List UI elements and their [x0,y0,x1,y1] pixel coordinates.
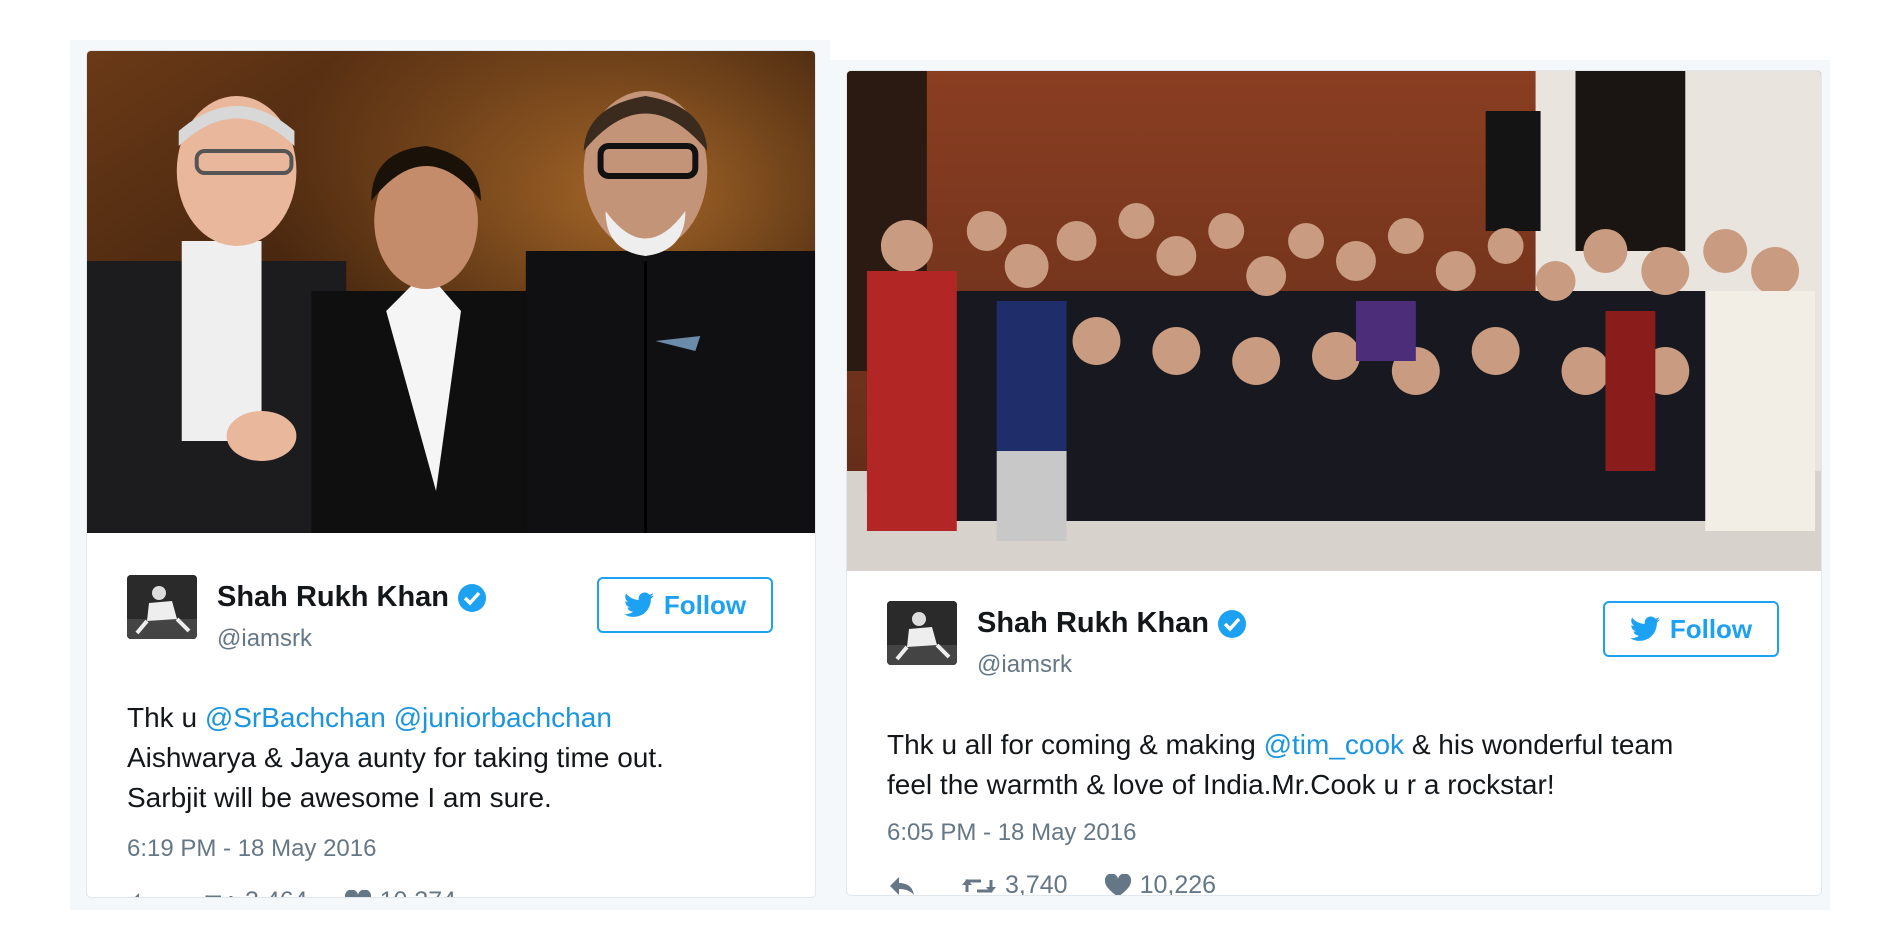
tweet-text-line-1: Thk u @SrBachchan @juniorbachchan [127,698,664,738]
tweet-card-2: Shah Rukh Khan @iamsrk Follow Thk u all … [846,70,1822,896]
like-button[interactable]: 10,374 [344,887,456,897]
tweet-photo-1[interactable] [87,51,815,533]
retweet-count: 3,740 [1005,871,1068,896]
heart-icon [344,889,371,897]
like-count: 10,374 [380,887,456,897]
tweet-text-line-3: Sarbjit will be awesome I am sure. [127,782,552,813]
retweet-button[interactable]: 3,740 [961,871,1068,896]
tweet-photo-2[interactable] [847,71,1821,571]
user-name[interactable]: Shah Rukh Khan [977,607,1209,640]
tweet-text: Thk u @SrBachchan @juniorbachchan Aishwa… [127,698,664,818]
reply-icon [134,892,139,897]
tweet-text-line-1: Thk u all for coming & making @tim_cook … [887,725,1673,765]
heart-icon [1104,873,1131,895]
retweet-button[interactable]: 3,464 [201,887,308,897]
reply-button[interactable] [887,874,925,896]
tweet-card-1: Shah Rukh Khan @iamsrk Follow Thk u @SrB… [86,50,816,898]
mention-link[interactable]: @tim_cook [1264,729,1404,760]
tweet-text-fragment: & his wonderful team [1404,729,1674,760]
tweet-body-1: Shah Rukh Khan @iamsrk Follow Thk u @SrB… [87,533,815,897]
reply-icon [890,876,914,895]
like-button[interactable]: 10,226 [1104,871,1217,896]
follow-button-label: Follow [1669,613,1753,644]
follow-button[interactable]: Follow [597,577,773,633]
avatar[interactable] [887,601,957,665]
tweet-text-line-2: Aishwarya & Jaya aunty for taking time o… [127,742,664,773]
twitter-bird-icon [623,592,654,617]
user-handle[interactable]: @iamsrk [217,625,312,653]
tweet-text-fragment: Thk u all for coming & making [887,729,1264,760]
like-count: 10,226 [1139,871,1217,896]
tweet-text-fragment: Thk u [127,702,205,733]
verified-badge-icon [457,583,487,613]
tweet-timestamp[interactable]: 6:05 PM - 18 May 2016 [887,819,1136,847]
avatar[interactable] [127,575,197,639]
retweet-icon [962,878,996,893]
tweet-timestamp[interactable]: 6:19 PM - 18 May 2016 [127,835,376,863]
mention-link[interactable]: @juniorbachchan [394,702,612,733]
user-handle[interactable]: @iamsrk [977,651,1072,679]
tweet-actions: 3,464 10,374 [127,887,492,897]
tweet-text: Thk u all for coming & making @tim_cook … [887,725,1673,805]
mention-link[interactable]: @SrBachchan [205,702,386,733]
tweet-actions: 3,740 10,226 [887,871,1252,896]
tweet-body-2: Shah Rukh Khan @iamsrk Follow Thk u all … [847,571,1821,895]
verified-badge-icon [1217,609,1247,639]
follow-button-label: Follow [663,589,747,620]
user-name-row: Shah Rukh Khan [977,607,1247,640]
user-name[interactable]: Shah Rukh Khan [217,581,449,614]
tweet-text-line-2: feel the warmth & love of India.Mr.Cook … [887,769,1555,800]
twitter-bird-icon [1629,616,1660,641]
user-name-row: Shah Rukh Khan [217,581,487,614]
follow-button[interactable]: Follow [1603,601,1779,657]
reply-button[interactable] [127,890,165,897]
retweet-icon [204,894,233,897]
retweet-count: 3,464 [245,887,308,897]
